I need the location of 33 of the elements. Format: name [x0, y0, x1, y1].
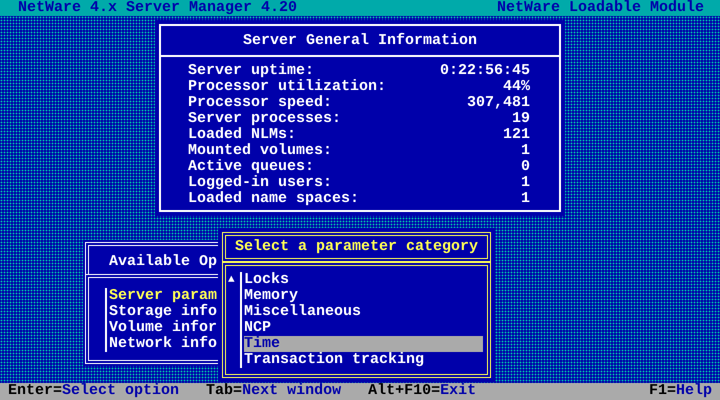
info-label: Loaded NLMs: — [188, 127, 296, 143]
menu-item[interactable]: NCP — [244, 320, 483, 336]
info-value: 0 — [520, 159, 530, 175]
menu-item[interactable]: Locks — [244, 272, 483, 288]
key-hint: Tab=Next window — [206, 383, 342, 400]
key-hint: Alt+F10=Exit — [368, 383, 476, 400]
window-title: Server General Information — [161, 26, 559, 57]
menu-item[interactable]: Transaction tracking — [244, 352, 483, 368]
info-label: Active queues: — [188, 159, 314, 175]
key-hint: Enter=Select option — [8, 383, 180, 400]
menu-item[interactable]: Time — [244, 336, 483, 352]
app-title: NetWare 4.x Server Manager 4.20 — [18, 0, 298, 16]
info-label: Loaded name spaces: — [188, 191, 360, 207]
window-title: Select a parameter category — [222, 232, 491, 262]
info-value: 307,481 — [466, 95, 530, 111]
info-label: Server uptime: — [188, 63, 314, 79]
info-value: 44% — [502, 79, 530, 95]
info-value: 0:22:56:45 — [440, 63, 530, 79]
info-value: 121 — [502, 127, 530, 143]
info-value: 19 — [512, 111, 530, 127]
info-label: Logged-in users: — [188, 175, 332, 191]
menu-item[interactable]: Miscellaneous — [244, 304, 483, 320]
module-label: NetWare Loadable Module — [496, 0, 704, 16]
info-label: Server processes: — [188, 111, 342, 127]
info-value: 1 — [520, 175, 530, 191]
info-label: Processor speed: — [188, 95, 332, 111]
info-value: 1 — [520, 191, 530, 207]
info-value: 1 — [520, 143, 530, 159]
info-label: Mounted volumes: — [188, 143, 332, 159]
info-label: Processor utilization: — [188, 79, 386, 95]
key-hint: F1=Help — [648, 383, 712, 400]
scroll-up-icon[interactable]: ▲ — [228, 274, 235, 286]
menu-item[interactable]: Memory — [244, 288, 483, 304]
